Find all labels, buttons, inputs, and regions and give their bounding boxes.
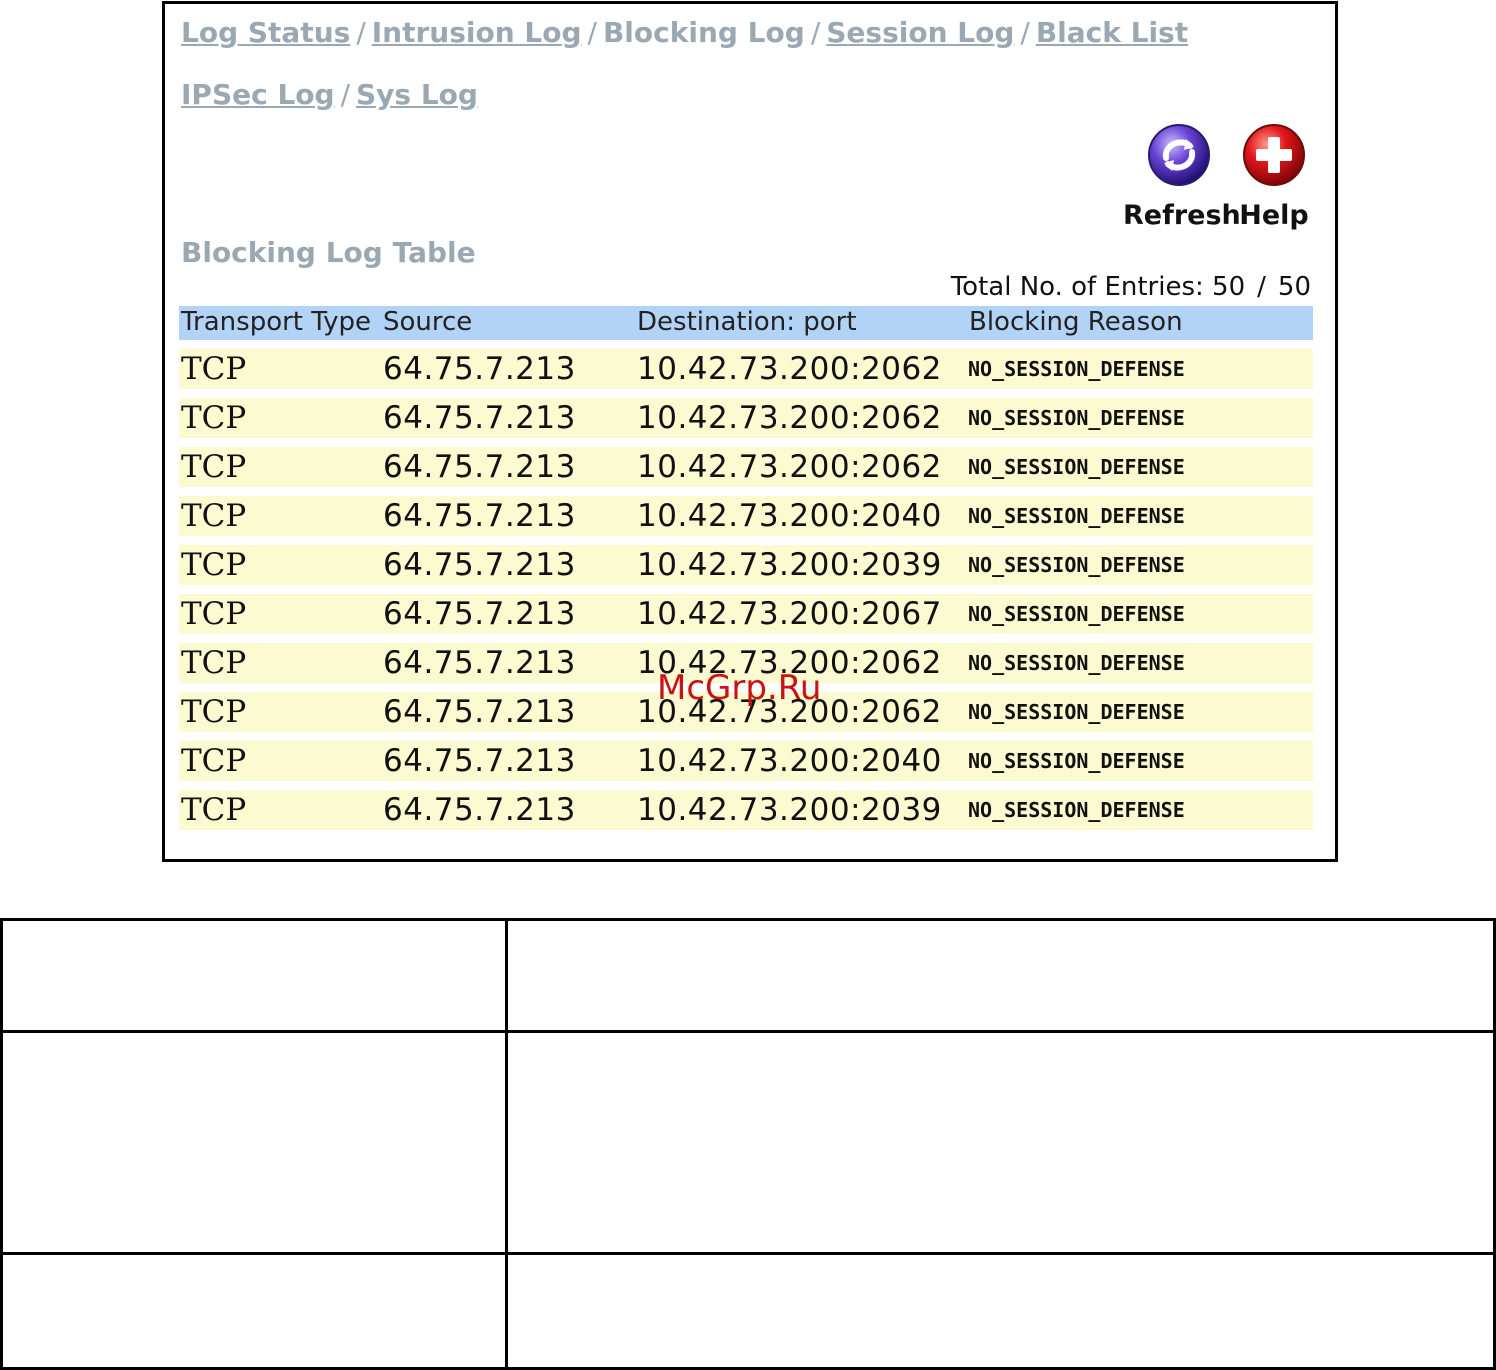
description-table	[0, 918, 1496, 1370]
nav-current-blocking-log: Blocking Log	[602, 16, 805, 49]
cell-destination-port: 10.42.73.200:2039	[637, 792, 942, 828]
cell-blocking-reason: NO_SESSION_DEFENSE	[968, 602, 1185, 626]
cell-transport-type: TCP	[181, 596, 247, 632]
total-entries-counter: Total No. of Entries: 50 / 50	[951, 272, 1311, 302]
description-row	[0, 1030, 1496, 1255]
cell-destination-port: 10.42.73.200:2040	[637, 498, 942, 534]
cell-source: 64.75.7.213	[383, 645, 576, 681]
blocking-log-table-title: Blocking Log Table	[181, 236, 476, 269]
table-row[interactable]: TCP 64.75.7.213 10.42.73.200:2067 NO_SES…	[179, 594, 1313, 634]
cell-blocking-reason: NO_SESSION_DEFENSE	[968, 700, 1185, 724]
cell-source: 64.75.7.213	[383, 596, 576, 632]
table-row[interactable]: TCP 64.75.7.213 10.42.73.200:2062 NO_SES…	[179, 398, 1313, 438]
nav-link-sys-log[interactable]: Sys Log	[356, 78, 478, 111]
cell-transport-type: TCP	[181, 498, 247, 534]
cell-transport-type: TCP	[181, 351, 247, 387]
cell-source: 64.75.7.213	[383, 351, 576, 387]
description-cell	[0, 1030, 508, 1255]
column-header-destination-port: Destination: port	[637, 307, 857, 337]
cell-destination-port: 10.42.73.200:2062	[637, 351, 942, 387]
cell-transport-type: TCP	[181, 694, 247, 730]
total-entries-separator: /	[1257, 272, 1266, 302]
cell-blocking-reason: NO_SESSION_DEFENSE	[968, 357, 1185, 381]
column-header-transport-type: Transport Type	[181, 307, 371, 337]
nav-link-session-log[interactable]: Session Log	[826, 16, 1014, 49]
cell-destination-port: 10.42.73.200:2062	[637, 645, 942, 681]
description-cell	[0, 918, 508, 1033]
table-row[interactable]: TCP 64.75.7.213 10.42.73.200:2040 NO_SES…	[179, 496, 1313, 536]
total-entries-shown: 50	[1212, 272, 1246, 302]
nav-separator: /	[587, 16, 597, 49]
log-window: Log Status / Intrusion Log / Blocking Log / Se…	[162, 1, 1338, 862]
cell-source: 64.75.7.213	[383, 400, 576, 436]
cell-source: 64.75.7.213	[383, 694, 576, 730]
cell-transport-type: TCP	[181, 400, 247, 436]
help-icon	[1243, 124, 1305, 186]
description-cell	[505, 918, 1496, 1033]
cell-blocking-reason: NO_SESSION_DEFENSE	[968, 798, 1185, 822]
refresh-icon	[1148, 124, 1210, 186]
cell-destination-port: 10.42.73.200:2062	[637, 694, 942, 730]
cell-destination-port: 10.42.73.200:2062	[637, 449, 942, 485]
table-header-row: Transport Type Source Destination: port …	[179, 306, 1313, 340]
cell-blocking-reason: NO_SESSION_DEFENSE	[968, 553, 1185, 577]
cell-blocking-reason: NO_SESSION_DEFENSE	[968, 455, 1185, 479]
table-row[interactable]: TCP 64.75.7.213 10.42.73.200:2062 NO_SES…	[179, 643, 1313, 683]
table-row[interactable]: TCP 64.75.7.213 10.42.73.200:2062 NO_SES…	[179, 692, 1313, 732]
nav-link-log-status[interactable]: Log Status	[181, 16, 350, 49]
cell-source: 64.75.7.213	[383, 743, 576, 779]
column-header-blocking-reason: Blocking Reason	[969, 307, 1183, 337]
nav-link-ipsec-log[interactable]: IPSec Log	[181, 78, 335, 111]
nav-separator: /	[1020, 16, 1030, 49]
cell-blocking-reason: NO_SESSION_DEFENSE	[968, 406, 1185, 430]
cell-transport-type: TCP	[181, 743, 247, 779]
nav-link-intrusion-log[interactable]: Intrusion Log	[372, 16, 582, 49]
nav-separator: /	[810, 16, 821, 49]
cell-blocking-reason: NO_SESSION_DEFENSE	[968, 651, 1185, 675]
cell-source: 64.75.7.213	[383, 449, 576, 485]
description-cell	[0, 1252, 508, 1370]
cell-blocking-reason: NO_SESSION_DEFENSE	[968, 504, 1185, 528]
table-row[interactable]: TCP 64.75.7.213 10.42.73.200:2062 NO_SES…	[179, 447, 1313, 487]
cell-transport-type: TCP	[181, 645, 247, 681]
column-header-source: Source	[383, 307, 473, 337]
table-row[interactable]: TCP 64.75.7.213 10.42.73.200:2040 NO_SES…	[179, 741, 1313, 781]
help-label: Help	[1239, 200, 1309, 231]
cell-transport-type: TCP	[181, 792, 247, 828]
cell-source: 64.75.7.213	[383, 792, 576, 828]
blocking-log-table: Transport Type Source Destination: port …	[179, 306, 1313, 830]
cell-source: 64.75.7.213	[383, 547, 576, 583]
total-entries-all: 50	[1277, 272, 1311, 302]
table-row[interactable]: TCP 64.75.7.213 10.42.73.200:2039 NO_SES…	[179, 545, 1313, 585]
log-nav-bar: Log Status / Intrusion Log / Blocking Log / Se…	[181, 16, 1188, 49]
help-button[interactable]: Help	[1237, 122, 1311, 231]
description-row	[0, 918, 1496, 1033]
cell-destination-port: 10.42.73.200:2062	[637, 400, 942, 436]
log-nav-bar-second-line: IPSec Log / Sys Log	[181, 78, 478, 111]
cell-transport-type: TCP	[181, 449, 247, 485]
cell-transport-type: TCP	[181, 547, 247, 583]
table-row[interactable]: TCP 64.75.7.213 10.42.73.200:2062 NO_SES…	[179, 349, 1313, 389]
refresh-button[interactable]: Refresh	[1123, 122, 1241, 231]
cell-destination-port: 10.42.73.200:2067	[637, 596, 942, 632]
description-row	[0, 1252, 1496, 1370]
total-entries-label: Total No. of Entries:	[950, 272, 1204, 302]
refresh-label: Refresh	[1123, 200, 1241, 231]
nav-link-black-list[interactable]: Black List	[1036, 16, 1188, 49]
nav-separator: /	[356, 16, 366, 49]
table-row[interactable]: TCP 64.75.7.213 10.42.73.200:2039 NO_SES…	[179, 790, 1313, 830]
cell-destination-port: 10.42.73.200:2040	[637, 743, 942, 779]
cell-source: 64.75.7.213	[383, 498, 576, 534]
description-cell	[505, 1030, 1496, 1255]
description-cell	[505, 1252, 1496, 1370]
cell-destination-port: 10.42.73.200:2039	[637, 547, 942, 583]
cell-blocking-reason: NO_SESSION_DEFENSE	[968, 749, 1185, 773]
nav-separator: /	[340, 78, 350, 111]
